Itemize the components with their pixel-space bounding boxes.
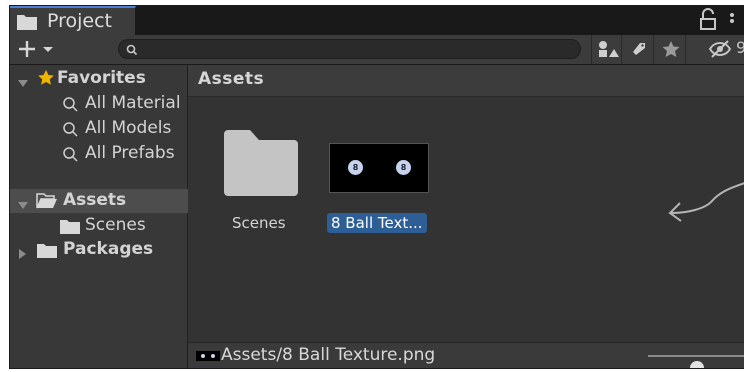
search-by-type-icon[interactable] — [595, 38, 619, 60]
star-icon[interactable] — [659, 38, 683, 60]
tree-label: All Prefabs — [85, 143, 175, 163]
folder-icon — [60, 219, 80, 239]
tab-project[interactable]: Project — [10, 6, 136, 35]
toolbar-divider — [685, 35, 686, 64]
search-icon — [62, 121, 78, 142]
breadcrumb-assets[interactable]: Assets — [198, 69, 264, 89]
search-icon — [125, 42, 139, 61]
folder-icon — [222, 130, 298, 200]
search-input[interactable] — [143, 41, 567, 59]
texture-mini-icon — [196, 351, 220, 361]
tree-item-assets[interactable]: Assets — [10, 189, 188, 213]
asset-label-selected[interactable]: 8 Ball Text... — [327, 213, 427, 233]
kebab-menu-icon[interactable] — [725, 9, 739, 31]
asset-label: Scenes — [232, 214, 286, 232]
search-icon — [62, 96, 78, 117]
create-dropdown-button[interactable] — [16, 38, 64, 60]
search-field[interactable] — [118, 39, 581, 59]
toolbar-divider — [621, 35, 622, 64]
expand-arrow-icon[interactable] — [18, 196, 28, 216]
tree-label: All Material — [85, 93, 181, 113]
folder-tree: Favorites All Material All Models All Pr… — [10, 65, 188, 368]
zoom-slider[interactable] — [648, 355, 744, 368]
tab-strip: Project — [10, 6, 744, 35]
tree-item-all-material[interactable]: All Material — [10, 92, 188, 116]
expand-arrow-icon[interactable] — [18, 74, 28, 94]
lock-icon[interactable] — [697, 8, 719, 32]
selected-asset-path: Assets/8 Ball Texture.png — [221, 345, 436, 365]
status-bar: Assets/8 Ball Texture.png — [188, 342, 744, 368]
asset-item-scenes[interactable]: Scenes — [222, 130, 302, 240]
eight-ball-icon: 8 — [396, 160, 411, 175]
assets-panel: Assets Scenes 8 8 8 Ball Text... — [188, 65, 744, 368]
folder-icon — [37, 243, 57, 263]
tree-label: Packages — [63, 239, 154, 259]
tree-item-all-prefabs[interactable]: All Prefabs — [10, 142, 188, 166]
open-folder-icon — [36, 193, 58, 214]
toolbar: 9 — [10, 35, 744, 65]
star-icon — [37, 69, 55, 92]
project-window: Project Favorites All Material All Model… — [9, 5, 744, 369]
tree-item-favorites[interactable]: Favorites — [10, 67, 188, 91]
tree-item-scenes[interactable]: Scenes — [10, 214, 188, 238]
tree-label: Assets — [63, 190, 127, 210]
toolbar-divider — [653, 35, 654, 64]
tree-item-all-models[interactable]: All Models — [10, 117, 188, 141]
folder-icon — [16, 14, 38, 35]
hidden-packages-icon[interactable] — [708, 38, 732, 60]
tree-item-packages[interactable]: Packages — [10, 238, 188, 262]
curved-arrow-annotation — [657, 175, 744, 229]
zoom-slider-thumb[interactable] — [689, 361, 704, 368]
eight-ball-icon: 8 — [348, 160, 363, 175]
toolbar-divider — [591, 35, 592, 64]
tree-label: All Models — [85, 118, 172, 138]
tab-label: Project — [47, 10, 113, 32]
texture-thumbnail[interactable]: 8 8 — [329, 143, 429, 193]
tree-label: Favorites — [57, 68, 146, 88]
tree-label: Scenes — [85, 215, 146, 235]
search-by-label-icon[interactable] — [627, 38, 651, 60]
search-icon — [62, 146, 78, 167]
collapsed-arrow-icon[interactable] — [18, 244, 28, 264]
breadcrumb: Assets — [188, 65, 744, 97]
hidden-packages-count: 9 — [736, 38, 744, 57]
